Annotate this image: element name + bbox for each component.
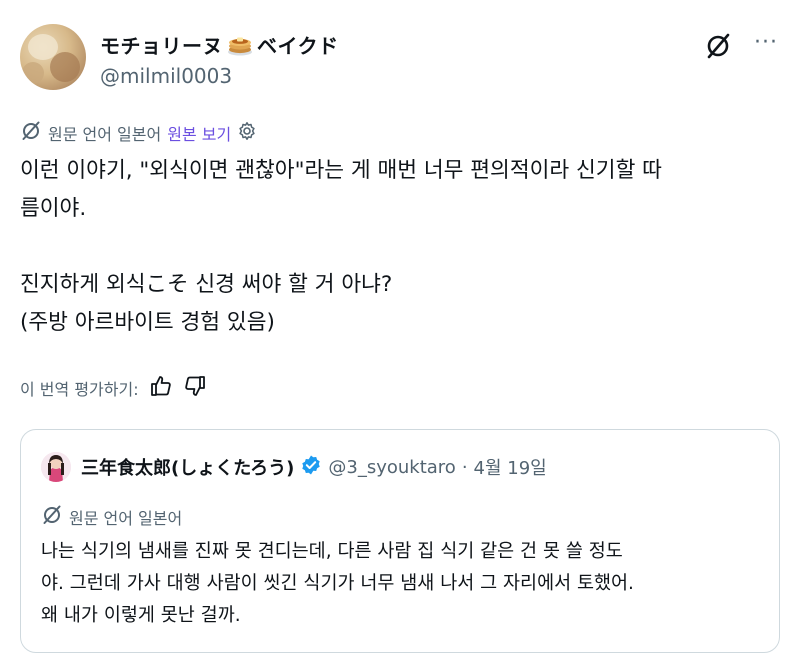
- quoted-tweet-date[interactable]: 4월 19일: [474, 454, 547, 480]
- view-original-link[interactable]: 원본 보기: [167, 121, 231, 145]
- pancake-icon: [227, 34, 253, 56]
- quoted-tweet-text: 나는 식기의 냄새를 진짜 못 견디는데, 다른 사람 집 식기 같은 건 못 …: [41, 536, 771, 632]
- tweet-line: (주방 아르바이트 경험 있음): [20, 310, 275, 335]
- quoted-line: 왜 내가 이렇게 못난 걸까.: [41, 605, 241, 626]
- author-avatar[interactable]: [20, 24, 86, 90]
- quoted-line: 야. 그런데 가사 대행 사람이 씻긴 식기가 너무 냄새 나서 그 자리에서 …: [41, 573, 634, 594]
- display-name-prefix: モチョリーヌ: [100, 34, 223, 58]
- separator-dot: ·: [461, 456, 468, 478]
- tweet-line: 이런 이야기, "외식이면 괜찮아"라는 게 매번 너무 편의적이라 신기할 따: [20, 158, 662, 183]
- more-options-button[interactable]: ···: [752, 32, 780, 60]
- tweet-text: 이런 이야기, "외식이면 괜찮아"라는 게 매번 너무 편의적이라 신기할 따…: [20, 152, 780, 342]
- author-handle[interactable]: @milmil0003: [100, 64, 232, 88]
- tweet-line: 름이야.: [20, 196, 87, 221]
- quoted-author-name[interactable]: 三年食太郎(しょくたろう): [81, 454, 294, 480]
- translation-info: 원문 언어 일본어 원본 보기: [20, 120, 257, 146]
- quoted-tweet-header: 三年食太郎(しょくたろう) @3_syouktaro · 4월 19일: [41, 452, 547, 482]
- tweet-header: モチョリーヌ ベイクド @milmil0003 ···: [20, 24, 780, 94]
- grok-icon[interactable]: [704, 32, 732, 60]
- source-language: 원문 언어 일본어: [48, 125, 162, 144]
- thumbs-down-icon[interactable]: [183, 374, 207, 402]
- quoted-author-avatar[interactable]: [41, 452, 71, 482]
- tweet-line: 진지하게 외식こそ 신경 써야 할 거 아냐?: [20, 272, 393, 297]
- author-name[interactable]: モチョリーヌ ベイクド: [100, 30, 339, 59]
- quoted-line: 나는 식기의 냄새를 진짜 못 견디는데, 다른 사람 집 식기 같은 건 못 …: [41, 541, 623, 562]
- grok-icon: [41, 504, 63, 530]
- quoted-tweet[interactable]: 三年食太郎(しょくたろう) @3_syouktaro · 4월 19일 원문 언…: [20, 429, 780, 653]
- display-name-suffix: ベイクド: [257, 34, 339, 58]
- quoted-source-language: 원문 언어 일본어: [69, 509, 183, 528]
- tweet-line: [20, 228, 780, 266]
- verified-badge-icon: [300, 454, 322, 480]
- quoted-translation-info: 원문 언어 일본어: [41, 504, 182, 530]
- rate-translation: 이 번역 평가하기:: [20, 374, 207, 402]
- grok-icon: [20, 120, 42, 146]
- gear-icon[interactable]: [237, 121, 257, 145]
- quoted-author-handle[interactable]: @3_syouktaro: [328, 457, 455, 478]
- thumbs-up-icon[interactable]: [149, 374, 173, 402]
- rate-translation-label: 이 번역 평가하기:: [20, 380, 139, 399]
